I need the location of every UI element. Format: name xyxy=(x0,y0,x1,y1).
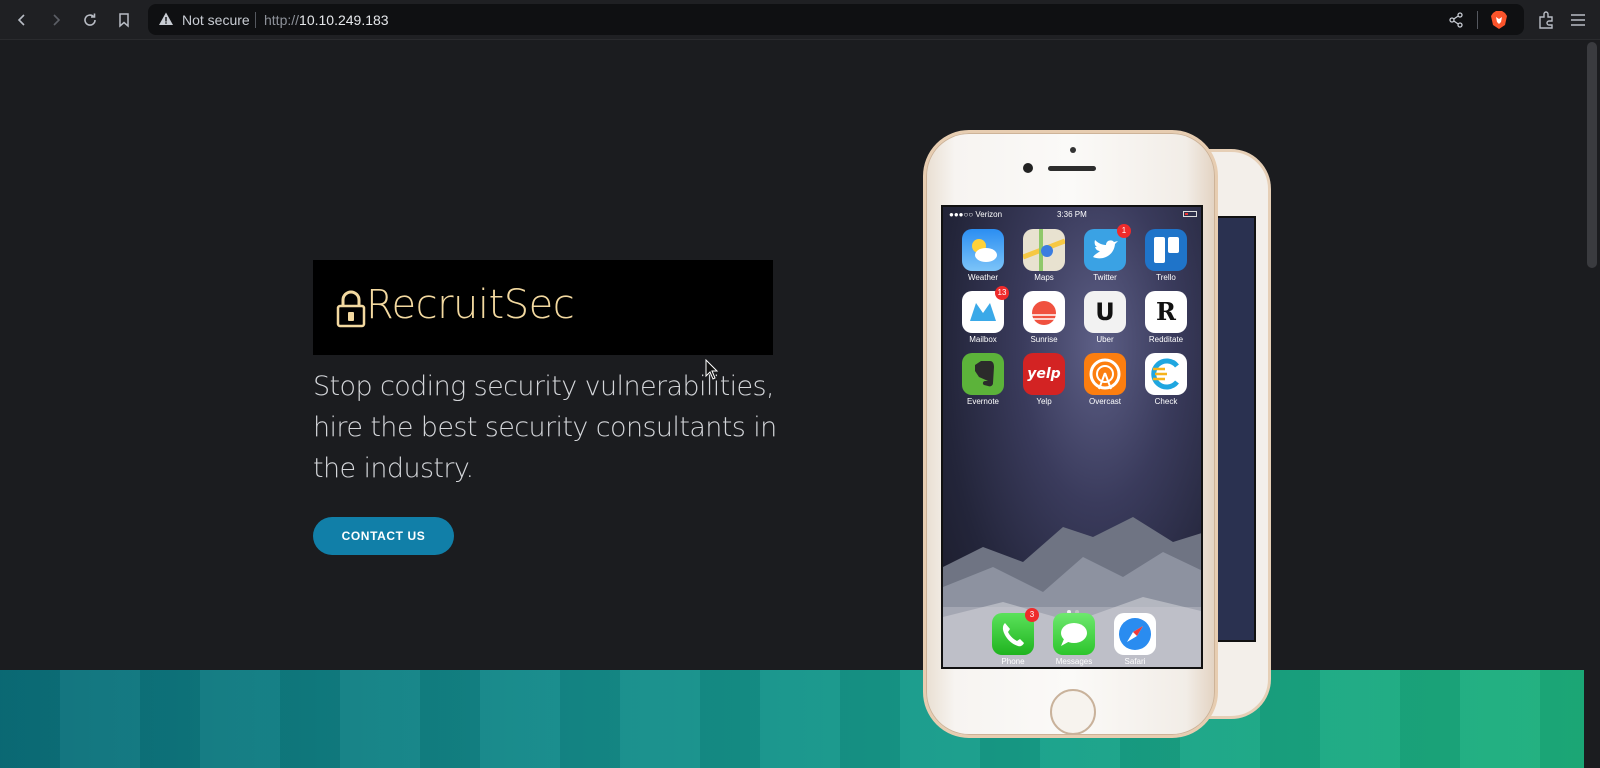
app-check: Check xyxy=(1138,353,1194,406)
address-separator xyxy=(255,12,256,28)
app-uber: U Uber xyxy=(1077,291,1133,344)
warning-icon xyxy=(159,12,173,25)
bookmark-button[interactable] xyxy=(112,8,136,32)
app-label: Redditate xyxy=(1148,335,1184,344)
yelp-icon: yelp xyxy=(1023,353,1065,395)
phone-sensor xyxy=(1070,147,1076,153)
notification-badge: 3 xyxy=(1025,608,1039,622)
app-label: Yelp xyxy=(1036,397,1052,406)
reload-icon xyxy=(84,13,96,26)
menu-icon[interactable] xyxy=(1568,10,1588,30)
omnibox-divider xyxy=(1477,11,1478,29)
redditate-icon: R xyxy=(1145,291,1187,333)
phone-image: ●●●○○ Verizon 3:36 PM Weather Maps 1 Twi… xyxy=(923,130,1218,738)
app-maps: Maps xyxy=(1016,229,1072,282)
app-redditate: R Redditate xyxy=(1138,291,1194,344)
back-button[interactable] xyxy=(10,8,34,32)
forward-icon xyxy=(53,14,61,26)
url-text[interactable]: http://10.10.249.183 xyxy=(264,12,389,28)
battery-icon xyxy=(1183,211,1197,217)
scrollbar-thumb[interactable] xyxy=(1587,42,1597,268)
twitter-icon: 1 xyxy=(1084,224,1131,271)
maps-icon xyxy=(1022,229,1066,271)
app-safari: Safari xyxy=(1107,613,1163,666)
bookmark-icon xyxy=(119,13,129,28)
app-label: Maps xyxy=(1034,273,1054,282)
app-label: Sunrise xyxy=(1030,335,1058,344)
app-label: Evernote xyxy=(966,397,1000,406)
app-evernote: Evernote xyxy=(955,353,1011,406)
phone-call-icon: 3 xyxy=(992,608,1039,655)
phone-speaker xyxy=(1048,166,1096,171)
back-icon xyxy=(17,14,25,26)
notification-badge: 13 xyxy=(995,286,1009,300)
app-trello: Trello xyxy=(1138,229,1194,282)
app-label: Safari xyxy=(1124,657,1146,666)
evernote-icon xyxy=(962,353,1004,395)
share-icon[interactable] xyxy=(1448,12,1464,28)
messages-icon xyxy=(1053,613,1095,655)
lock-icon xyxy=(336,290,366,328)
brand-logo[interactable]: RecruitSec xyxy=(313,260,773,355)
app-overcast: Overcast xyxy=(1077,353,1133,406)
address-bar[interactable]: Not secure http://10.10.249.183 xyxy=(148,4,1524,35)
overcast-icon xyxy=(1084,353,1126,395)
app-label: Messages xyxy=(1055,657,1093,666)
contact-us-button[interactable]: CONTACT US xyxy=(313,517,454,555)
url-scheme: http:// xyxy=(264,12,300,28)
app-label: Trello xyxy=(1156,273,1176,282)
app-mailbox: 13 Mailbox xyxy=(955,286,1011,344)
uber-icon: U xyxy=(1084,291,1126,333)
phone-status-bar: ●●●○○ Verizon 3:36 PM xyxy=(943,207,1201,223)
reload-button[interactable] xyxy=(78,8,102,32)
app-label: Phone xyxy=(1001,657,1025,666)
forward-button[interactable] xyxy=(44,8,68,32)
app-label: Mailbox xyxy=(969,335,997,344)
notification-badge: 1 xyxy=(1117,224,1131,238)
url-host: 10.10.249.183 xyxy=(299,12,389,28)
clock-label: 3:36 PM xyxy=(1057,210,1087,219)
page-scrollbar[interactable] xyxy=(1584,40,1600,768)
yelp-glyph: yelp xyxy=(1027,366,1061,382)
phone-home-button xyxy=(1050,689,1096,735)
phone-camera xyxy=(1023,163,1033,173)
app-phone: 3 Phone xyxy=(985,608,1041,666)
hero-bottom-band xyxy=(0,670,1584,768)
app-messages: Messages xyxy=(1046,613,1102,666)
app-weather: Weather xyxy=(955,229,1011,282)
weather-icon xyxy=(962,229,1004,271)
security-status-label[interactable]: Not secure xyxy=(182,12,250,28)
phone-screen: ●●●○○ Verizon 3:36 PM Weather Maps 1 Twi… xyxy=(941,205,1203,669)
app-yelp: yelp Yelp xyxy=(1016,353,1072,406)
extensions-icon[interactable] xyxy=(1536,10,1556,30)
app-label: Check xyxy=(1154,397,1178,406)
check-icon xyxy=(1145,353,1187,395)
app-label: Twitter xyxy=(1093,273,1117,282)
hero-tagline: Stop coding security vulnerabilities, hi… xyxy=(313,371,777,484)
mailbox-icon: 13 xyxy=(962,286,1009,333)
browser-toolbar: Not secure http://10.10.249.183 xyxy=(0,0,1600,40)
app-sunrise: Sunrise xyxy=(1016,291,1072,344)
app-label: Overcast xyxy=(1088,397,1121,406)
app-label: Uber xyxy=(1096,335,1114,344)
page-content: RecruitSec Stop coding security vulnerab… xyxy=(0,40,1584,768)
uber-glyph: U xyxy=(1095,298,1115,326)
app-twitter: 1 Twitter xyxy=(1077,224,1133,282)
brave-lion-icon[interactable] xyxy=(1490,10,1508,30)
brand-name: RecruitSec xyxy=(366,282,575,328)
carrier-label: ●●●○○ Verizon xyxy=(949,210,1003,219)
phone-dock: 3 Phone Messages Safari xyxy=(943,607,1201,667)
safari-icon xyxy=(1114,613,1156,655)
redditate-glyph: R xyxy=(1156,297,1176,326)
mouse-cursor-icon xyxy=(705,359,719,380)
trello-icon xyxy=(1145,229,1187,271)
app-label: Weather xyxy=(967,273,999,282)
sunrise-icon xyxy=(1023,291,1065,333)
